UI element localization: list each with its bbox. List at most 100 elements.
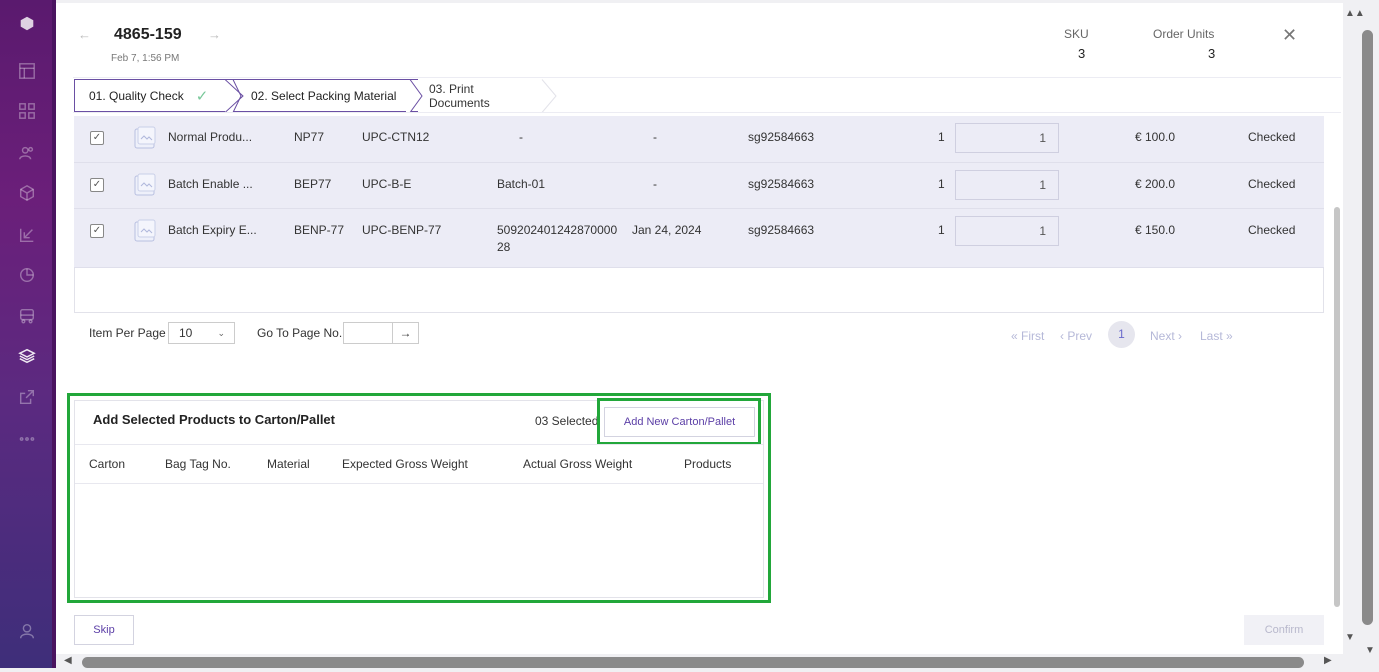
profile-icon[interactable] (16, 620, 38, 642)
pack-qty-input[interactable]: 1 (955, 216, 1059, 246)
items-per-page-label: Item Per Page (89, 326, 166, 340)
table-row[interactable]: ✓ Batch Expiry E... BENP-77 UPC-BENP-77 … (74, 209, 1324, 268)
col-actual-weight: Actual Gross Weight (523, 457, 633, 471)
stepper-divider (73, 112, 1341, 113)
step-chevron-3 (541, 79, 557, 113)
product-expiry: - (653, 177, 657, 191)
window-hscroll-thumb[interactable] (82, 657, 1304, 668)
current-page[interactable]: 1 (1108, 321, 1135, 348)
product-expiry: Jan 24, 2024 (632, 223, 702, 237)
row-checkbox[interactable]: ✓ (90, 178, 104, 192)
product-batch-wrap: 28 (497, 240, 511, 254)
product-batch: Batch-01 (497, 177, 546, 191)
inbound-icon[interactable] (16, 224, 38, 246)
step2-notch (232, 79, 242, 113)
dashboard-icon[interactable] (16, 60, 38, 82)
scroll-down-icon-2[interactable]: ▼ (1365, 645, 1375, 656)
pack-qty-input[interactable]: 1 (955, 123, 1059, 153)
button-highlight-frame (597, 398, 761, 445)
product-sku: BEP77 (294, 177, 332, 191)
scroll-up-icon[interactable]: ▲▲ (1345, 8, 1365, 19)
table-row[interactable]: ✓ Normal Produ... NP77 UPC-CTN12 - - sg9… (74, 116, 1324, 163)
product-batch: - (519, 130, 523, 144)
window-vscroll-thumb[interactable] (1362, 30, 1373, 625)
col-products: Products (684, 457, 732, 471)
goto-page-label: Go To Page No. (257, 326, 343, 340)
next-order-arrow-icon[interactable]: → (208, 27, 221, 42)
prev-page-link[interactable]: ‹ Prev (1060, 329, 1092, 343)
sku-value: 3 (1078, 46, 1086, 61)
scroll-left-icon[interactable]: ◀ (64, 655, 72, 666)
product-name: Normal Produ... (168, 130, 253, 144)
product-status: Checked (1248, 177, 1296, 191)
col-expected-weight: Expected Gross Weight (342, 457, 468, 471)
step-label: 01. Quality Check (89, 88, 184, 103)
grid-icon[interactable] (16, 100, 38, 122)
truck-icon[interactable] (16, 305, 38, 327)
product-qty: 1 (938, 130, 945, 144)
sku-label: SKU (1064, 27, 1089, 41)
next-page-link[interactable]: Next › (1150, 329, 1182, 343)
table-empty-area (74, 268, 1324, 313)
step-select-packing[interactable]: 02. Select Packing Material (233, 79, 418, 112)
product-barcode: UPC-B-E (362, 177, 412, 191)
app-root: ← 4865-159 → Feb 7, 1:56 PM SKU 3 Order … (0, 0, 1379, 672)
reports-icon[interactable] (16, 264, 38, 286)
layers-icon[interactable] (16, 345, 38, 367)
check-icon: ✓ (195, 87, 209, 105)
prev-order-arrow-icon[interactable]: ← (78, 27, 91, 42)
order-units-value: 3 (1208, 46, 1216, 61)
step-print-documents[interactable]: 03. Print Documents (419, 79, 490, 112)
product-serial: sg92584663 (748, 223, 815, 237)
product-expiry: - (653, 130, 657, 144)
product-name: Batch Enable ... (168, 177, 253, 191)
carton-header-divider (75, 444, 763, 445)
more-icon[interactable] (16, 428, 38, 450)
items-per-page-select[interactable]: 10 ⌄ (168, 322, 235, 344)
box-icon[interactable] (16, 182, 38, 204)
order-units-label: Order Units (1153, 27, 1215, 41)
panel-scrollbar[interactable] (1334, 207, 1340, 607)
step-quality-check[interactable]: 01. Quality Check ✓ (74, 79, 226, 112)
row-checkbox[interactable]: ✓ (90, 131, 104, 145)
col-carton: Carton (89, 457, 126, 471)
skip-button[interactable]: Skip (74, 615, 134, 645)
confirm-button[interactable]: Confirm (1244, 615, 1324, 645)
external-link-icon[interactable] (16, 386, 38, 408)
col-bag-tag: Bag Tag No. (165, 457, 231, 471)
product-price: € 100.0 (1135, 130, 1176, 144)
close-icon[interactable]: ✕ (1282, 25, 1297, 46)
order-modal: ← 4865-159 → Feb 7, 1:56 PM SKU 3 Order … (56, 3, 1343, 668)
product-image-icon (134, 219, 156, 242)
first-page-link[interactable]: « First (1011, 329, 1044, 343)
scroll-down-icon[interactable]: ▼ (1345, 632, 1355, 643)
goto-page-input[interactable] (343, 322, 393, 344)
header-divider (73, 77, 1341, 78)
carton-table-divider (75, 483, 763, 484)
carton-title: Add Selected Products to Carton/Pallet (93, 412, 335, 427)
product-barcode: UPC-BENP-77 (362, 223, 442, 237)
row-checkbox[interactable]: ✓ (90, 224, 104, 238)
chevron-down-icon: ⌄ (217, 328, 225, 338)
order-id: 4865-159 (114, 26, 182, 43)
product-status: Checked (1248, 130, 1296, 144)
product-serial: sg92584663 (748, 130, 815, 144)
pack-qty-input[interactable]: 1 (955, 170, 1059, 200)
product-name: Batch Expiry E... (168, 223, 257, 237)
product-image-icon (134, 126, 156, 149)
product-qty: 1 (938, 177, 945, 191)
items-per-page-value: 10 (179, 326, 193, 340)
product-sku: BENP-77 (294, 223, 345, 237)
last-page-link[interactable]: Last » (1200, 329, 1233, 343)
users-icon[interactable] (16, 142, 38, 164)
product-sku: NP77 (294, 130, 325, 144)
product-price: € 200.0 (1135, 177, 1176, 191)
scroll-right-icon[interactable]: ▶ (1324, 655, 1332, 666)
order-date: Feb 7, 1:56 PM (111, 53, 180, 64)
goto-page-button[interactable]: → (392, 322, 419, 344)
table-row[interactable]: ✓ Batch Enable ... BEP77 UPC-B-E Batch-0… (74, 163, 1324, 209)
col-material: Material (267, 457, 310, 471)
logo-icon[interactable] (16, 12, 38, 34)
selected-count: 03 Selected (535, 414, 599, 428)
product-barcode: UPC-CTN12 (362, 130, 430, 144)
